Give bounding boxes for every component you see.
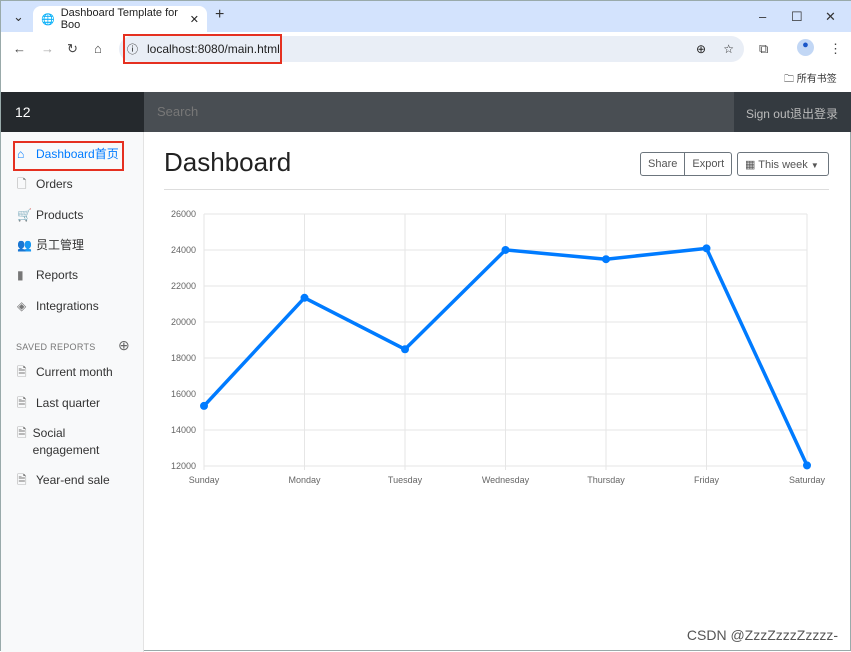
data-point bbox=[200, 401, 208, 410]
x-tick-label: Friday bbox=[694, 475, 720, 485]
data-point bbox=[501, 245, 510, 254]
data-point bbox=[803, 461, 811, 470]
y-tick-label: 18000 bbox=[171, 353, 196, 363]
data-point bbox=[401, 345, 409, 354]
line-chart: 26000 24000 22000 20000 18000 16000 14000 12000… bbox=[171, 209, 826, 485]
data-point bbox=[702, 244, 711, 253]
x-tick-label: Monday bbox=[288, 475, 321, 485]
y-tick-label: 26000 bbox=[171, 209, 196, 219]
y-tick-label: 16000 bbox=[171, 389, 196, 399]
data-point bbox=[300, 293, 309, 302]
data-point bbox=[602, 255, 610, 264]
y-tick-label: 14000 bbox=[171, 425, 196, 435]
x-tick-label: Saturday bbox=[789, 475, 826, 485]
x-tick-label: Sunday bbox=[189, 475, 220, 485]
watermark: CSDN @ZzzZzzzZzzzz- bbox=[686, 627, 838, 643]
y-tick-label: 22000 bbox=[171, 281, 196, 291]
y-tick-label: 20000 bbox=[171, 317, 196, 327]
y-tick-label: 12000 bbox=[171, 461, 196, 471]
x-tick-label: Wednesday bbox=[482, 475, 530, 485]
y-tick-label: 24000 bbox=[171, 245, 196, 255]
x-tick-label: Tuesday bbox=[388, 475, 423, 485]
x-tick-label: Thursday bbox=[587, 475, 625, 485]
